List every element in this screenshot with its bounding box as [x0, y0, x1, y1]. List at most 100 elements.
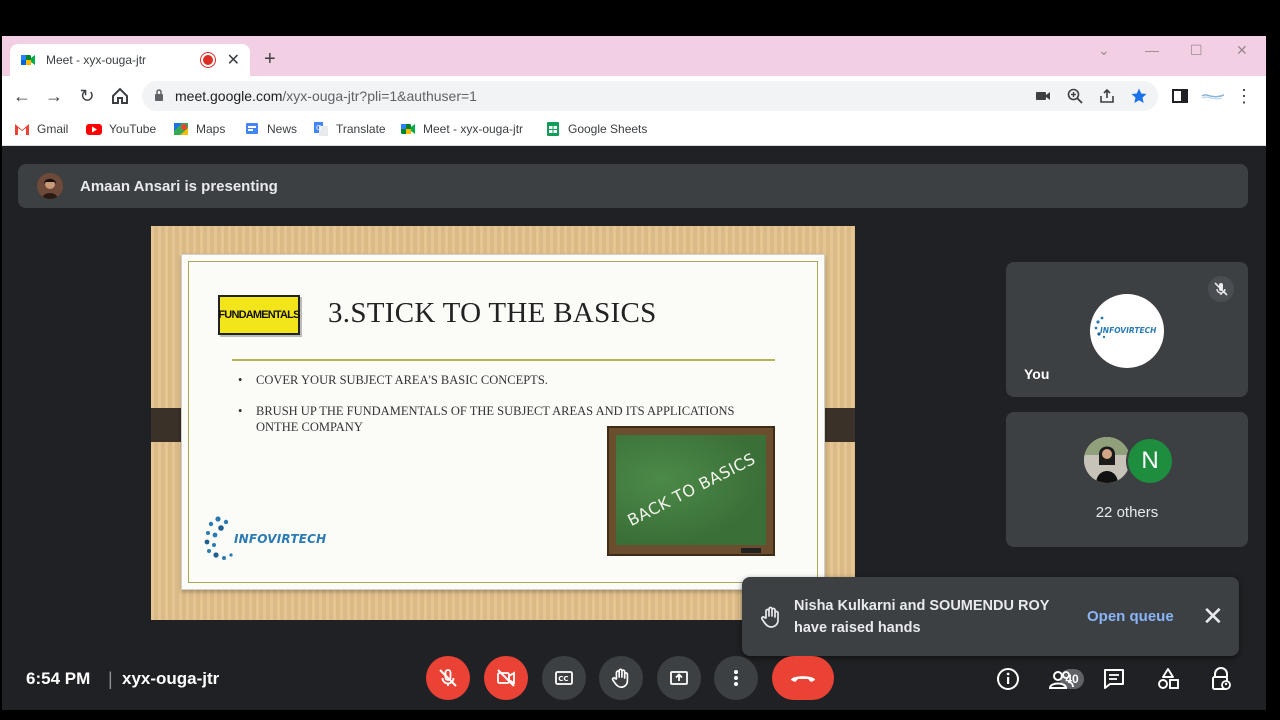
zoom-icon[interactable]: [1066, 87, 1084, 105]
browser-window: Meet - xyx-ouga-jtr ✕ + ⌄ — ☐ ✕ ← → ↻ me…: [2, 36, 1266, 710]
chalkboard-image: BACK TO BASICS: [607, 426, 775, 556]
side-panel-icon[interactable]: [1170, 86, 1190, 106]
bookmark-gmail[interactable]: Gmail: [14, 122, 68, 136]
open-queue-button[interactable]: Open queue: [1087, 608, 1174, 625]
meeting-details-button[interactable]: [994, 665, 1022, 693]
eraser: [741, 548, 761, 553]
chat-icon: [1104, 669, 1124, 689]
logo-text: INFOVIRTECH: [234, 532, 327, 546]
participant-avatar-photo: [1084, 437, 1130, 483]
new-tab-button[interactable]: +: [264, 48, 276, 71]
bookmark-meet[interactable]: Meet - xyx-ouga-jtr: [400, 122, 523, 136]
mic-off-icon: [439, 669, 457, 687]
address-bar[interactable]: meet.google.com/xyx-ouga-jtr?pli=1&authu…: [142, 81, 1158, 111]
bookmark-label: YouTube: [109, 122, 157, 136]
close-tab-icon[interactable]: ✕: [227, 50, 240, 70]
tab-strip: Meet - xyx-ouga-jtr ✕ + ⌄ — ☐ ✕: [2, 36, 1266, 76]
raised-hand-icon: [760, 606, 779, 628]
meet-stage: Amaan Ansari is presenting FUNDAMENTALS …: [2, 147, 1266, 710]
sheets-icon: [547, 122, 559, 136]
camera-icon[interactable]: [1034, 87, 1052, 105]
present-now-button[interactable]: [657, 656, 701, 700]
bookmark-label: Meet - xyx-ouga-jtr: [423, 122, 524, 136]
url-path: /xyx-ouga-jtr?pli=1&authuser=1: [282, 88, 477, 104]
bookmark-label: News: [267, 122, 298, 136]
host-controls-button[interactable]: [1207, 665, 1235, 693]
bookmark-label: Gmail: [37, 122, 69, 136]
svg-text:CC: CC: [558, 675, 568, 683]
logo-dots-icon: [204, 516, 233, 560]
forward-button[interactable]: →: [44, 86, 64, 106]
raise-hand-button[interactable]: [599, 656, 643, 700]
translate-icon: G: [314, 122, 328, 136]
activities-button[interactable]: [1154, 665, 1182, 693]
url-text: meet.google.com/xyx-ouga-jtr?pli=1&authu…: [175, 88, 477, 104]
presentation-slide: FUNDAMENTALS 3.STICK TO THE BASICS • COVE…: [181, 254, 825, 590]
news-icon: [246, 123, 258, 134]
bookmark-youtube[interactable]: YouTube: [86, 122, 156, 136]
tab-title: Meet - xyx-ouga-jtr: [46, 53, 147, 67]
bullet-text: COVER YOUR SUBJECT AREA'S BASIC CONCEPTS…: [256, 373, 548, 387]
details-separator: |: [108, 669, 113, 689]
slide-divider: [232, 359, 775, 361]
back-button[interactable]: ←: [12, 86, 32, 106]
lock-icon: [155, 89, 163, 101]
bookmark-maps[interactable]: Maps: [173, 122, 225, 136]
bookmark-sheets[interactable]: Google Sheets: [545, 122, 647, 136]
others-count-label: 22 others: [1095, 504, 1159, 521]
home-icon[interactable]: [110, 86, 130, 106]
info-icon: [997, 668, 1019, 690]
microphone-toggle-button[interactable]: [426, 656, 470, 700]
meet-icon: [21, 55, 35, 65]
maximize-button[interactable]: ☐: [1190, 42, 1203, 59]
hand-icon: [611, 668, 629, 688]
chat-button[interactable]: [1100, 665, 1128, 693]
screen: Meet - xyx-ouga-jtr ✕ + ⌄ — ☐ ✕ ← → ↻ me…: [0, 0, 1280, 720]
presenter-banner: Amaan Ansari is presenting: [18, 164, 1248, 208]
camera-off-icon: [497, 669, 515, 687]
tab-meet[interactable]: Meet - xyx-ouga-jtr ✕: [10, 44, 250, 76]
lock-person-icon: [1212, 667, 1231, 690]
others-tile[interactable]: N 22 others: [1006, 412, 1248, 547]
bookmark-star-icon[interactable]: [1130, 87, 1148, 105]
svg-text:G: G: [316, 124, 321, 132]
extension-icon[interactable]: [1200, 86, 1226, 106]
reload-button[interactable]: ↻: [77, 86, 97, 106]
self-tile-label: You: [1024, 366, 1050, 382]
close-window-button[interactable]: ✕: [1236, 42, 1248, 59]
meeting-controls-bar: 6:54 PM | xyx-ouga-jtr CC 40: [2, 649, 1266, 709]
leave-call-button[interactable]: [772, 656, 834, 700]
bookmarks-bar: Gmail YouTube Maps News G Translate Meet…: [2, 116, 1266, 146]
activities-shapes-icon: [1158, 668, 1179, 689]
minimize-button[interactable]: —: [1145, 42, 1159, 58]
shared-screen: FUNDAMENTALS 3.STICK TO THE BASICS • COVE…: [151, 226, 855, 620]
captions-button[interactable]: CC: [542, 656, 586, 700]
meet-icon: [401, 124, 415, 134]
camera-toggle-button[interactable]: [484, 656, 528, 700]
closed-captions-icon: CC: [555, 671, 573, 685]
browser-toolbar: ← → ↻ meet.google.com/xyx-ouga-jtr?pli=1…: [2, 76, 1266, 116]
people-icon: [1048, 671, 1074, 689]
meeting-time: 6:54 PM: [26, 669, 91, 688]
recording-indicator-icon: [202, 55, 213, 65]
bookmark-label: Maps: [196, 122, 226, 136]
browser-menu-icon[interactable]: ⋮: [1234, 86, 1254, 106]
self-avatar-text: INFOVIRTECH: [1100, 326, 1157, 335]
self-muted-indicator: [1208, 276, 1234, 302]
tab-search-icon[interactable]: ⌄: [1098, 42, 1110, 59]
url-host: meet.google.com: [175, 88, 283, 104]
bookmark-news[interactable]: News: [244, 122, 297, 136]
notification-message: Nisha Kulkarni and SOUMENDU ROY have rai…: [794, 598, 1050, 636]
more-options-button[interactable]: [714, 656, 758, 700]
presenting-label: Amaan Ansari is presenting: [80, 177, 278, 195]
share-icon[interactable]: [1098, 87, 1116, 105]
more-vert-icon: [734, 670, 738, 686]
maps-icon: [174, 123, 188, 135]
hang-up-icon: [791, 676, 815, 682]
self-video-tile[interactable]: INFOVIRTECH You: [1006, 262, 1248, 397]
close-notification-icon[interactable]: ✕: [1202, 603, 1224, 629]
meeting-code: xyx-ouga-jtr: [122, 669, 220, 688]
participant-avatar-initial: N: [1126, 437, 1174, 485]
people-button[interactable]: [1047, 665, 1075, 693]
bookmark-translate[interactable]: G Translate: [313, 122, 386, 136]
